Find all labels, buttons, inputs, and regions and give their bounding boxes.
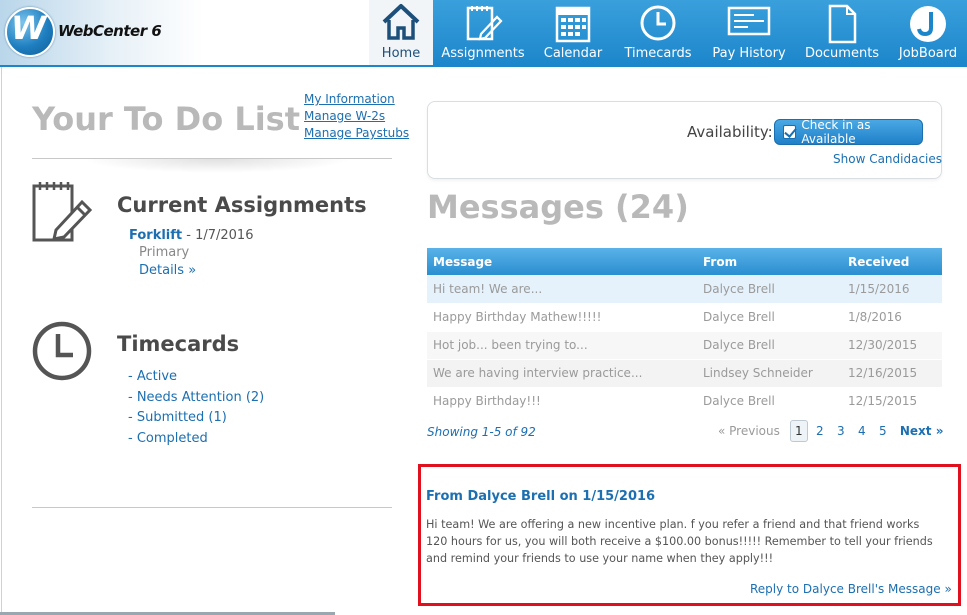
message-detail-body: Hi team! We are offering a new incentive… — [426, 518, 933, 565]
nav-calendar[interactable]: Calendar — [533, 0, 613, 66]
from-cell: Lindsey Schneider — [697, 358, 842, 387]
app-header: W WebCenter 6 Home Assignments Calendar … — [0, 0, 967, 67]
table-row[interactable]: Hot job... been trying to... Dalyce Brel… — [427, 330, 942, 359]
message-cell: Hi team! We are... — [427, 275, 697, 303]
logo-text: WebCenter 6 — [58, 22, 162, 40]
nav-documents[interactable]: Documents — [795, 0, 889, 66]
page-5-button[interactable]: 5 — [874, 420, 892, 442]
timecards-needs-attention-link[interactable]: - Needs Attention (2) — [128, 388, 264, 409]
message-cell: Happy Birthday!!! — [427, 386, 697, 415]
page-1-button[interactable]: 1 — [789, 420, 808, 442]
timecards-completed-link[interactable]: - Completed — [128, 429, 264, 450]
logo[interactable]: W WebCenter 6 — [0, 0, 370, 66]
assignment-details-link[interactable]: Details » — [139, 263, 196, 278]
nav-assignments-label: Assignments — [441, 46, 525, 61]
page-title: Your To Do List — [32, 100, 301, 138]
nav-calendar-label: Calendar — [543, 46, 603, 61]
from-cell: Dalyce Brell — [697, 275, 842, 303]
home-icon — [382, 4, 420, 40]
page-2-button[interactable]: 2 — [811, 420, 829, 442]
messages-title: Messages (24) — [427, 188, 689, 226]
assignment-pencil-icon — [466, 6, 503, 41]
nav-assignments[interactable]: Assignments — [433, 0, 533, 66]
nav-home-label: Home — [381, 46, 421, 61]
show-candidacies-link[interactable]: Show Candidacies — [833, 152, 942, 166]
pagination: « Previous 1 2 3 4 5 Next » — [718, 420, 943, 442]
next-page-button[interactable]: Next » — [900, 424, 944, 438]
logo-letter: W — [11, 9, 47, 47]
account-links: My Information Manage W-2s Manage Paystu… — [304, 92, 409, 141]
left-edge — [1, 67, 2, 615]
from-cell: Dalyce Brell — [697, 386, 842, 415]
column-header-received[interactable]: Received — [842, 248, 942, 275]
table-row[interactable]: Happy Birthday!!! Dalyce Brell 12/15/201… — [427, 386, 942, 415]
availability-label: Availability: — [687, 123, 773, 141]
table-row[interactable]: Hi team! We are... Dalyce Brell 1/15/201… — [427, 275, 942, 303]
received-cell: 12/15/2015 — [842, 386, 942, 415]
assignment-entry: Forklift - 1/7/2016 — [129, 228, 253, 243]
nav-jobboard-label: JobBoard — [898, 46, 958, 61]
nav-home[interactable]: Home — [369, 0, 433, 66]
column-header-from[interactable]: From — [697, 248, 842, 275]
checkbox-icon — [783, 125, 797, 139]
clock-icon — [32, 321, 92, 381]
showing-count: Showing 1-5 of 92 — [427, 425, 536, 439]
timecards-active-link[interactable]: - Active — [128, 367, 264, 388]
assignment-name-link[interactable]: Forklift — [129, 228, 182, 243]
header-underline — [0, 65, 967, 67]
nav-timecards[interactable]: Timecards — [613, 0, 703, 66]
manage-w2s-link[interactable]: Manage W-2s — [304, 109, 409, 124]
nav-jobboard[interactable]: JobBoard — [889, 0, 967, 66]
manage-paystubs-link[interactable]: Manage Paystubs — [304, 126, 409, 141]
timecards-title: Timecards — [117, 332, 240, 356]
current-assignments-title: Current Assignments — [117, 193, 367, 217]
page-4-button[interactable]: 4 — [853, 420, 871, 442]
message-cell: Hot job... been trying to... — [427, 330, 697, 359]
received-cell: 12/16/2015 — [842, 358, 942, 387]
messages-table: Message From Received Hi team! We are...… — [427, 248, 942, 415]
table-row[interactable]: We are having interview practice... Lind… — [427, 358, 942, 387]
received-cell: 12/30/2015 — [842, 330, 942, 359]
my-information-link[interactable]: My Information — [304, 92, 409, 107]
message-cell: Happy Birthday Mathew!!!!! — [427, 302, 697, 331]
message-detail-title: From Dalyce Brell on 1/15/2016 — [426, 489, 656, 504]
message-cell: We are having interview practice... — [427, 358, 697, 387]
paycheck-icon — [727, 6, 771, 36]
received-cell: 1/8/2016 — [842, 302, 942, 331]
from-cell: Dalyce Brell — [697, 330, 842, 359]
received-cell: 1/15/2016 — [842, 275, 942, 303]
reply-message-link[interactable]: Reply to Dalyce Brell's Message » — [750, 582, 952, 596]
document-icon — [828, 4, 857, 44]
timecards-list: - Active - Needs Attention (2) - Submitt… — [128, 367, 264, 450]
from-cell: Dalyce Brell — [697, 302, 842, 331]
column-header-message[interactable]: Message — [427, 248, 697, 275]
table-row[interactable]: Happy Birthday Mathew!!!!! Dalyce Brell … — [427, 302, 942, 331]
assignment-date: - 1/7/2016 — [182, 228, 254, 243]
main-nav: Home Assignments Calendar Timecards Pay … — [369, 0, 967, 66]
check-in-available-label: Check in as Available — [801, 118, 871, 146]
calendar-icon — [555, 6, 591, 43]
assignment-pencil-icon — [32, 182, 92, 242]
check-in-available-button[interactable]: Check in as Available — [774, 118, 923, 146]
divider-shadow — [82, 159, 352, 173]
previous-page-button[interactable]: « Previous — [718, 424, 780, 438]
divider — [32, 507, 392, 508]
nav-pay-history[interactable]: Pay History — [703, 0, 795, 66]
assignment-role: Primary — [139, 245, 190, 260]
nav-documents-label: Documents — [804, 46, 880, 61]
page-3-button[interactable]: 3 — [832, 420, 850, 442]
timecards-submitted-link[interactable]: - Submitted (1) — [128, 408, 264, 429]
nav-pay-history-label: Pay History — [712, 46, 786, 61]
clock-icon — [640, 5, 676, 41]
nav-timecards-label: Timecards — [624, 46, 692, 61]
jobboard-icon — [910, 6, 946, 42]
